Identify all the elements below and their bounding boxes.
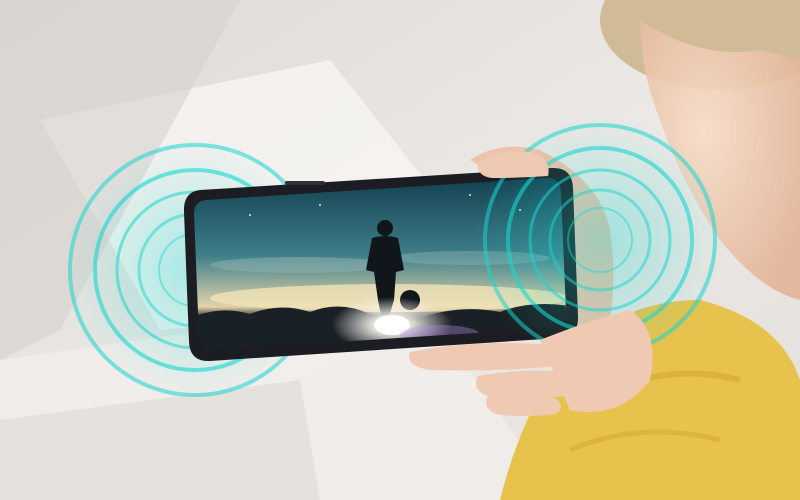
finger-3 — [486, 394, 561, 416]
product-photo-scene — [0, 0, 800, 500]
phone-side-button — [285, 181, 325, 185]
